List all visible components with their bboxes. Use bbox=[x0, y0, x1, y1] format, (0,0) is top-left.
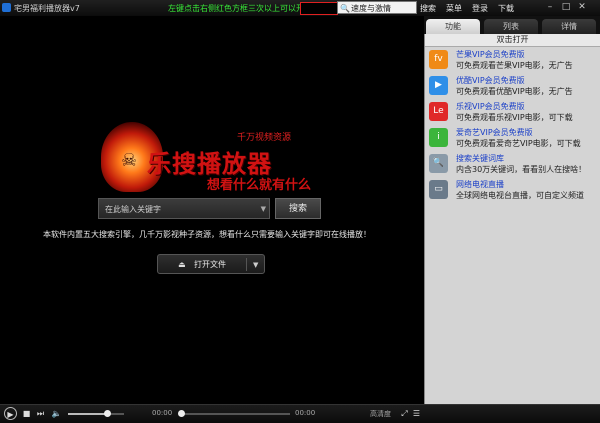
title-bar: 宅男福利播放器v7 左键点击右侧红色方框三次以上可以开启隐藏功能 🔍 速度与激情… bbox=[0, 0, 600, 16]
play-icon[interactable]: ▶ bbox=[4, 407, 17, 420]
logo-slogan: 想看什么就有什么 bbox=[207, 178, 312, 193]
panel-item[interactable]: Le 乐视VIP会员免费版 可免费观看乐视VIP电影，可下载 bbox=[426, 100, 598, 124]
time-total: 00:00 bbox=[295, 409, 316, 417]
panel-item-desc: 可免费观看芒果VIP电影，无广告 bbox=[456, 61, 573, 70]
panel-item-desc: 可免费观看优酷VIP电影，无广告 bbox=[456, 87, 573, 96]
panel-item-desc: 可免费观看乐视VIP电影，可下载 bbox=[456, 113, 573, 122]
panel-header: 双击打开 bbox=[425, 34, 600, 47]
logo-tagline-top: 千万视频资源 bbox=[237, 133, 292, 143]
panel-item-desc: 可免费观看爱奇艺VIP电影，可下载 bbox=[456, 139, 581, 148]
volume-icon[interactable]: 🔈 bbox=[50, 407, 63, 420]
chevron-down-icon[interactable]: ▼ bbox=[261, 199, 266, 220]
letv-icon: Le bbox=[429, 102, 448, 121]
seek-knob[interactable] bbox=[178, 410, 185, 417]
panel-item[interactable]: ▭ 网络电视直播 全球网络电视台直播，可自定义频道 bbox=[426, 178, 598, 202]
app-logo: ☠ 千万视频资源 乐搜播放器 想看什么就有什么 bbox=[95, 110, 335, 200]
app-title: 宅男福利播放器v7 bbox=[14, 4, 80, 13]
iqiyi-icon: i bbox=[429, 128, 448, 147]
panel-item-desc: 全球网络电视台直播，可自定义频道 bbox=[456, 191, 584, 200]
panel-item-title[interactable]: 乐视VIP会员免费版 bbox=[456, 101, 525, 112]
youku-icon: ▶ bbox=[429, 76, 448, 95]
panel-item-title[interactable]: 优酷VIP会员免费版 bbox=[456, 75, 525, 86]
app-logo-icon bbox=[2, 3, 11, 12]
menu-download[interactable]: 下载 bbox=[498, 3, 514, 14]
mango-tv-icon: fv bbox=[429, 50, 448, 69]
tab-list[interactable]: 列表 bbox=[484, 19, 538, 34]
panel-item[interactable]: 🔍 搜索关键词库 内含30万关键词，看看别人在搜啥！ bbox=[426, 152, 598, 176]
search-icon: 🔍 bbox=[340, 4, 350, 13]
tab-details[interactable]: 详情 bbox=[542, 19, 596, 34]
menu-login[interactable]: 登录 bbox=[472, 3, 488, 14]
keyword-input-placeholder: 在此输入关键字 bbox=[105, 205, 161, 214]
time-current: 00:00 bbox=[152, 409, 173, 417]
stop-icon[interactable]: ■ bbox=[20, 407, 33, 420]
volume-knob[interactable] bbox=[104, 410, 112, 417]
close-icon[interactable]: ✕ bbox=[576, 1, 588, 13]
minimize-icon[interactable]: – bbox=[544, 1, 556, 13]
menu-main[interactable]: 菜单 bbox=[446, 3, 462, 14]
search-keyword-icon: 🔍 bbox=[429, 154, 448, 173]
side-tabs: 功能 列表 详情 bbox=[424, 16, 600, 34]
panel-item[interactable]: i 爱奇艺VIP会员免费版 可免费观看爱奇艺VIP电影，可下载 bbox=[426, 126, 598, 150]
tv-live-icon: ▭ bbox=[429, 180, 448, 199]
maximize-icon[interactable]: □ bbox=[560, 1, 572, 13]
open-file-button[interactable]: ⏏ 打开文件 ▼ bbox=[157, 254, 265, 274]
divider bbox=[246, 258, 247, 271]
panel-item[interactable]: fv 芒果VIP会员免费版 可免费观看芒果VIP电影，无广告 bbox=[426, 48, 598, 72]
panel-item-title[interactable]: 搜索关键词库 bbox=[456, 153, 504, 164]
volume-fill bbox=[68, 413, 108, 415]
quality-label[interactable]: 高清度 bbox=[370, 409, 391, 419]
chevron-down-icon[interactable]: ▼ bbox=[253, 255, 258, 275]
top-search-input[interactable]: 🔍 速度与激情 bbox=[337, 1, 417, 14]
playback-controls: ▶ ■ ⏭ 🔈 00:00 00:00 高清度 ⤢ ☰ bbox=[0, 404, 600, 423]
panel-item[interactable]: ▶ 优酷VIP会员免费版 可免费观看优酷VIP电影，无广告 bbox=[426, 74, 598, 98]
open-file-label: 打开文件 bbox=[194, 260, 226, 269]
menu-search[interactable]: 搜索 bbox=[420, 3, 436, 14]
description-text: 本软件内置五大搜索引擎，几千万影视种子资源，想看什么只需要输入关键字即可在线播放… bbox=[43, 230, 371, 239]
volume-slider[interactable] bbox=[68, 410, 124, 417]
tab-functions[interactable]: 功能 bbox=[426, 19, 480, 34]
menu-icon[interactable]: ☰ bbox=[410, 407, 423, 420]
hidden-feature-red-box[interactable] bbox=[300, 2, 338, 15]
eject-icon: ⏏ bbox=[178, 260, 186, 269]
panel-item-desc: 内含30万关键词，看看别人在搜啥！ bbox=[456, 165, 587, 174]
search-button[interactable]: 搜索 bbox=[275, 198, 321, 219]
next-icon[interactable]: ⏭ bbox=[34, 407, 47, 420]
seek-bar[interactable] bbox=[178, 410, 290, 417]
skull-icon: ☠ bbox=[121, 150, 138, 171]
function-panel: 双击打开 fv 芒果VIP会员免费版 可免费观看芒果VIP电影，无广告 ▶ 优酷VIP会… bbox=[424, 34, 600, 404]
panel-item-title[interactable]: 爱奇艺VIP会员免费版 bbox=[456, 127, 533, 138]
top-search-value: 速度与激情 bbox=[351, 4, 391, 13]
panel-item-title[interactable]: 网络电视直播 bbox=[456, 179, 504, 190]
panel-item-title[interactable]: 芒果VIP会员免费版 bbox=[456, 49, 525, 60]
keyword-input[interactable]: 在此输入关键字 ▼ bbox=[98, 198, 270, 219]
